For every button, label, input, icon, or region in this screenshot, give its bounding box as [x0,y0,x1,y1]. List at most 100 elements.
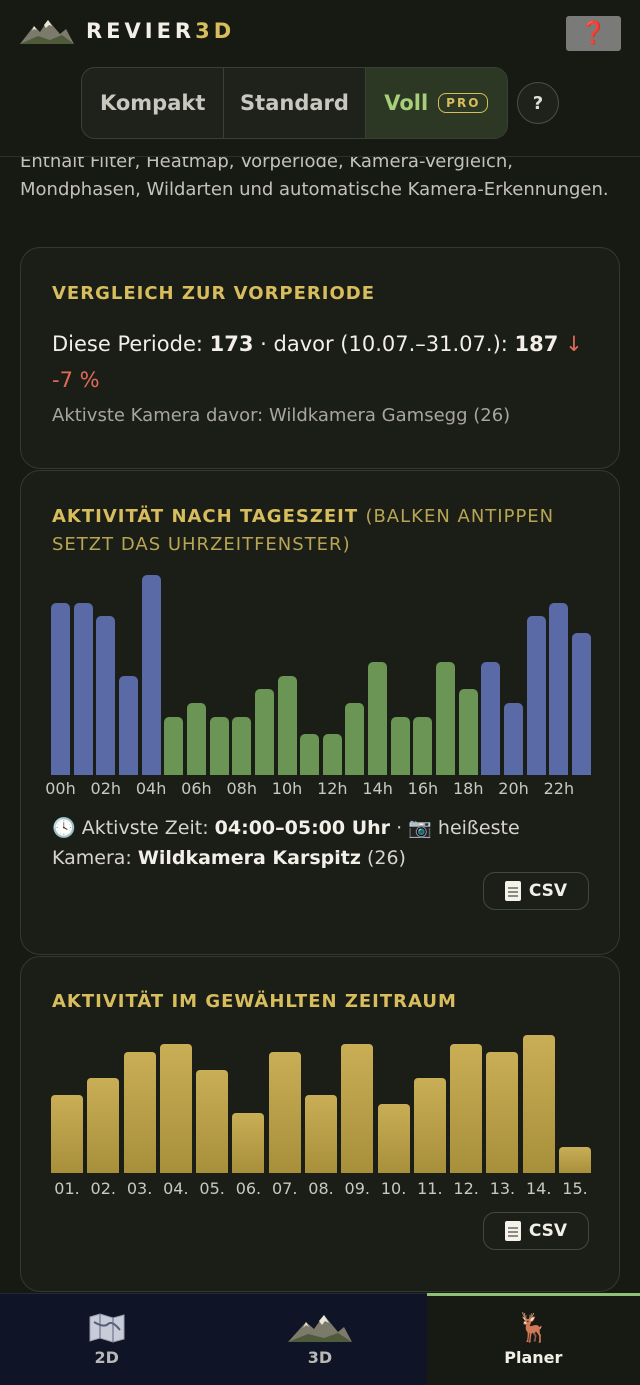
segment-kompakt[interactable]: Kompakt [82,68,225,138]
hour-tick-label: 06h [181,779,212,798]
comparison-card: VERGLEICH ZUR VORPERIODE Diese Periode: … [20,247,620,469]
mountain-logo-icon [20,20,74,44]
hour-bar-08h[interactable] [232,717,252,775]
hour-bar-23h[interactable] [572,632,591,775]
hourly-csv-button[interactable]: CSV [483,872,589,910]
hour-bar-09h[interactable] [254,689,274,775]
daily-title: AKTIVITÄT IM GEWÄHLTEN ZEITRAUM [52,991,457,1012]
hourly-summary: 🕓 Aktivste Zeit: 04:00–05:00 Uhr · 📷 hei… [52,817,520,869]
clock-icon: 🕓 [52,817,76,839]
day-bar-07.[interactable] [268,1052,301,1173]
day-bar-01.[interactable] [51,1095,83,1173]
day-tick-label: 01. [54,1179,80,1198]
nav-2d[interactable]: 2D [0,1294,213,1385]
hour-bar-13h[interactable] [345,703,365,775]
day-bar-06.[interactable] [232,1112,265,1173]
pro-badge: PRO [438,93,489,113]
hour-bar-18h[interactable] [458,689,478,775]
day-tick-label: 02. [90,1179,116,1198]
brand-logo[interactable]: REVIER3D [20,16,235,46]
hour-bar-00h[interactable] [51,602,70,775]
hour-tick-label: 16h [407,779,439,798]
hour-bar-05h[interactable] [164,717,184,775]
day-tick-label: 15. [562,1179,588,1198]
hottest-camera: Wildkamera Karspitz [137,847,361,869]
most-active-camera-before: Aktivste Kamera davor: Wildkamera Gamseg… [52,405,511,426]
hour-bar-03h[interactable] [118,675,138,775]
document-icon [504,881,521,901]
day-tick-label: 13. [489,1179,516,1198]
segment-voll-label: Voll [384,91,429,115]
comparison-line: Diese Periode: 173 · davor (10.07.–31.07… [52,332,583,392]
hourly-title: AKTIVITÄT NACH TAGESZEIT (BALKEN ANTIPPE… [52,506,555,555]
hour-bar-12h[interactable] [322,733,342,775]
day-bar-15.[interactable] [559,1147,591,1173]
day-tick-label: 14. [525,1179,552,1198]
daily-activity-card: AKTIVITÄT IM GEWÄHLTEN ZEITRAUM 01. 02. 03… [20,956,620,1292]
deer-icon: 🦌 [515,1311,551,1344]
segment-voll[interactable]: Voll PRO [365,68,507,138]
day-bar-14.[interactable] [522,1035,555,1173]
hour-tick-label: 10h [271,779,303,798]
hour-bar-15h[interactable] [390,717,410,775]
day-bar-08.[interactable] [305,1095,337,1173]
day-bar-13.[interactable] [486,1052,519,1173]
hour-bar-06h[interactable] [186,703,206,775]
help-icon-button[interactable]: ❓ [566,16,621,51]
day-tick-label: 03. [126,1179,153,1198]
hour-bar-10h[interactable] [277,675,297,775]
hour-bar-01h[interactable] [73,602,93,775]
most-active-time: 04:00–05:00 Uhr [214,817,391,839]
detail-level-toggle: Kompakt Standard Voll PRO [81,67,508,139]
hour-bar-04h[interactable] [141,575,161,775]
day-tick-label: 10. [380,1179,407,1198]
document-icon [504,1221,521,1241]
segment-standard[interactable]: Standard [224,68,366,138]
info-help-button[interactable]: ? [517,82,559,124]
hour-tick-label: 02h [90,779,122,798]
daily-bar-chart [51,1035,591,1173]
hour-tick-label: 18h [452,779,484,798]
hourly-bar-chart [51,575,591,775]
hour-bar-19h[interactable] [481,661,501,775]
bottom-navigation: 2D 3D 🦌 Planer [0,1293,640,1385]
map-icon [89,1313,125,1343]
nav-planer[interactable]: 🦌 Planer [426,1293,640,1385]
hour-bar-16h[interactable] [413,717,433,775]
day-bar-05.[interactable] [196,1069,229,1173]
day-bar-04.[interactable] [159,1043,192,1173]
day-tick-label: 04. [163,1179,189,1198]
camera-icon: 📷 [408,817,432,839]
hour-tick-label: 20h [498,779,529,798]
daily-csv-button[interactable]: CSV [483,1212,589,1250]
value-previous-period: 187 [514,332,559,356]
hour-bar-11h[interactable] [300,733,320,775]
mountain-icon [287,1315,352,1342]
hour-bar-17h[interactable] [436,661,456,775]
day-tick-label: 12. [453,1179,479,1198]
hour-bar-21h[interactable] [526,616,546,775]
hour-bar-07h[interactable] [209,717,229,775]
hour-bar-22h[interactable] [549,602,569,775]
day-tick-label: 06. [235,1179,262,1198]
day-bar-09.[interactable] [341,1043,374,1173]
nav-3d[interactable]: 3D [213,1294,426,1385]
app-header: REVIER3D ❓ Kompakt Standard Voll PRO ? [0,0,640,157]
hour-tick-label: 04h [135,779,167,798]
hour-tick-label: 12h [317,779,348,798]
hourly-activity-card: AKTIVITÄT NACH TAGESZEIT (BALKEN ANTIPPE… [20,470,620,955]
value-this-period: 173 [209,332,254,356]
hour-tick-label: 00h [45,779,76,798]
day-bar-12.[interactable] [450,1043,483,1173]
day-tick-label: 09. [344,1179,370,1198]
hour-bar-02h[interactable] [96,616,116,775]
hour-bar-20h[interactable] [504,703,524,775]
day-bar-02.[interactable] [87,1078,120,1173]
hour-tick-label: 14h [362,779,393,798]
day-bar-11.[interactable] [413,1078,446,1173]
brand-name: REVIER3D [86,19,236,43]
hour-bar-14h[interactable] [368,661,388,775]
day-bar-10.[interactable] [377,1104,410,1173]
day-tick-label: 08. [308,1179,334,1198]
day-bar-03.[interactable] [123,1052,156,1173]
